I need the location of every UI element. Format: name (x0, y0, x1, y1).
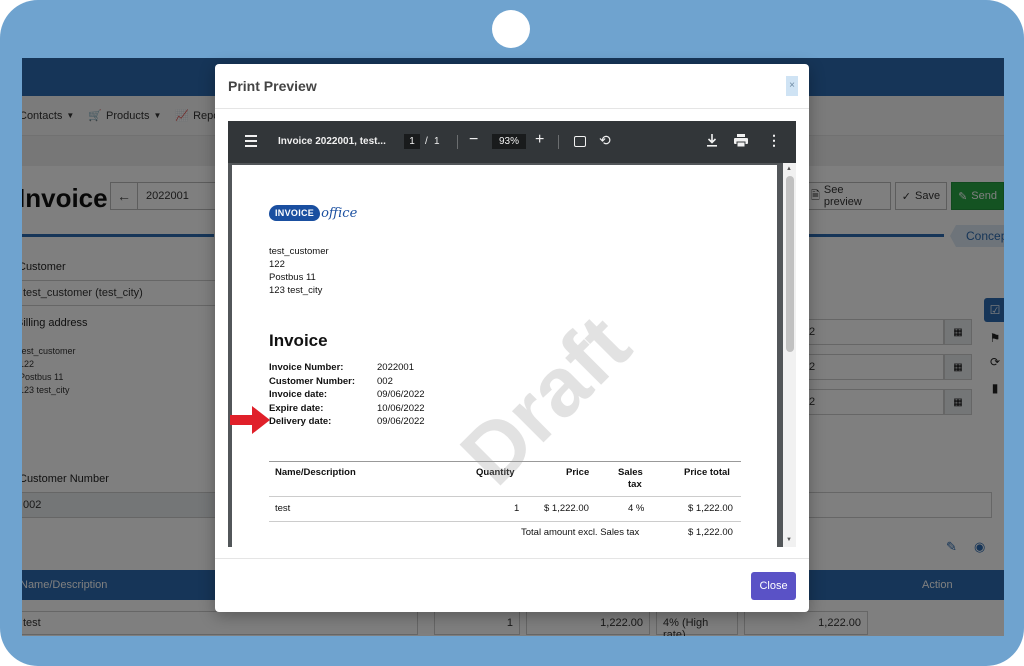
meta-row: Invoice Number: 2022001 (269, 361, 425, 375)
row-tax: 4 % (628, 503, 645, 514)
pdf-page-input[interactable]: 1 (404, 134, 420, 149)
row-total: $ 1,222.00 (688, 503, 733, 514)
meta-key: Customer Number: (269, 375, 356, 387)
row-quantity: 1 (514, 503, 520, 514)
meta-key: Delivery date: (269, 416, 332, 427)
toolbar-separator (558, 135, 559, 149)
print-preview-modal: Print Preview × Invoice 2022001, test...… (215, 64, 809, 612)
pdf-viewer: Invoice 2022001, test... 1 / 1 − 93% + ⟲… (228, 121, 796, 547)
meta-row: Delivery date: 09/06/2022 (269, 415, 425, 429)
hamburger-icon[interactable] (245, 135, 257, 147)
invoiceoffice-logo: INVOICE office (269, 205, 357, 221)
meta-value: 09/06/2022 (377, 416, 425, 427)
pdf-page-total: 1 (434, 136, 440, 147)
toolbar-separator (457, 135, 458, 149)
address-line: test_customer (269, 246, 329, 257)
meta-row: Invoice date: 09/06/2022 (269, 388, 425, 402)
address-line: Postbus 11 (269, 272, 316, 283)
modal-close-x[interactable]: × (786, 76, 798, 96)
th-price: Price (566, 467, 590, 478)
download-icon[interactable] (706, 134, 718, 150)
customer-address-block: test_customer 122 Postbus 11 123 test_ci… (269, 245, 329, 297)
scroll-up-arrow[interactable]: ▲ (786, 166, 792, 172)
table-rule (269, 521, 741, 522)
modal-divider (215, 108, 809, 109)
invoice-meta: Invoice Number: 2022001 Customer Number: 0… (269, 361, 425, 429)
th-total: Price total (684, 467, 730, 478)
modal-title: Print Preview (228, 78, 317, 94)
th-name: Name/Description (275, 467, 356, 478)
logo-cloud: INVOICE (269, 205, 321, 221)
scroll-down-arrow[interactable]: ▼ (786, 537, 792, 543)
address-line: 122 (269, 259, 285, 270)
meta-key: Invoice date: (269, 389, 328, 400)
pdf-page: INVOICE office test_customer 122 Postbus… (232, 165, 777, 547)
zoom-in-button[interactable]: + (535, 131, 544, 149)
logo-office: office (321, 205, 358, 221)
meta-row: Customer Number: 002 (269, 375, 425, 389)
th-tax-line2: tax (628, 479, 642, 490)
modal-footer-divider (215, 558, 809, 559)
camera-dot (492, 10, 530, 48)
pdf-page-separator: / (425, 136, 428, 147)
invoice-heading: Invoice (269, 331, 328, 350)
print-icon[interactable] (734, 134, 748, 150)
red-arrow-annotation (230, 406, 270, 434)
row-price: $ 1,222.00 (544, 503, 589, 514)
row-name: test (275, 503, 291, 514)
address-line: 123 test_city (269, 285, 323, 296)
pdf-doc-title: Invoice 2022001, test... (278, 136, 386, 147)
meta-value: 09/06/2022 (377, 389, 425, 400)
device-frame: Contacts ▼ 🛒 Products ▼ 📈 Repo Invoice ←… (0, 0, 1024, 666)
pdf-scrollbar-thumb[interactable] (786, 176, 794, 352)
more-options-icon[interactable]: ⋮ (767, 132, 781, 149)
meta-key: Invoice Number: (269, 362, 344, 373)
th-tax: Sales (618, 467, 643, 478)
subtotal-label: Total amount excl. Sales tax (521, 527, 640, 538)
close-button[interactable]: Close (751, 572, 796, 600)
meta-key: Expire date: (269, 402, 324, 414)
meta-value: 10/06/2022 (377, 402, 425, 414)
zoom-out-button[interactable]: − (469, 131, 478, 149)
meta-value: 002 (377, 375, 393, 387)
zoom-input[interactable]: 93% (492, 134, 526, 149)
rotate-icon[interactable]: ⟲ (599, 132, 611, 149)
meta-row: Expire date: 10/06/2022 (269, 402, 425, 416)
fit-page-icon[interactable] (574, 136, 586, 147)
pdf-toolbar: Invoice 2022001, test... 1 / 1 − 93% + ⟲… (228, 121, 796, 163)
subtotal-value: $ 1,222.00 (688, 527, 733, 538)
meta-value: 2022001 (377, 362, 414, 373)
